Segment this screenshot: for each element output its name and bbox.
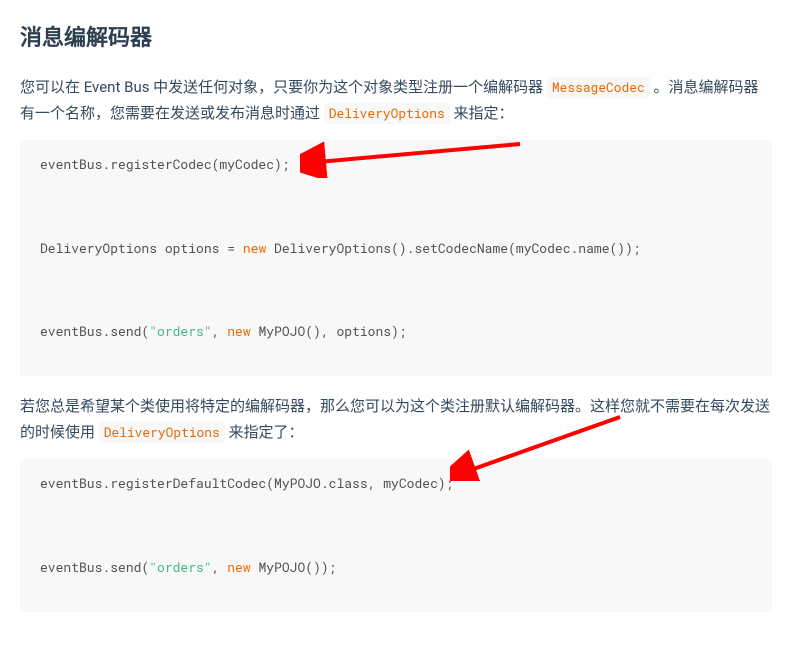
- code-text: eventBus.send(: [40, 322, 149, 340]
- code-text: eventBus.registerDefaultCodec(MyPOJO.cla…: [40, 474, 453, 492]
- paragraph-2: 若您总是希望某个类使用将特定的编解码器，那么您可以为这个类注册默认编解码器。这样…: [20, 394, 772, 445]
- code-keyword-new: new: [227, 558, 250, 576]
- blank-line: [40, 279, 752, 300]
- code-text: DeliveryOptions options =: [40, 239, 243, 257]
- code-keyword-new: new: [227, 322, 250, 340]
- text: 来指定：: [454, 104, 514, 122]
- code-text: eventBus.send(: [40, 558, 149, 576]
- inline-code-deliveryoptions: DeliveryOptions: [99, 422, 225, 443]
- section-heading: 消息编解码器: [20, 20, 772, 57]
- text: 来指定了：: [229, 423, 304, 441]
- code-text: ,: [212, 322, 228, 340]
- blank-line: [40, 515, 752, 536]
- code-string: "orders": [149, 558, 211, 576]
- code-text: MyPOJO());: [251, 558, 337, 576]
- code-keyword-new: new: [243, 239, 266, 257]
- code-text: ,: [212, 558, 228, 576]
- text: 您可以在 Event Bus 中发送任何对象，只要你为这个对象类型注册一个编解码…: [20, 78, 547, 96]
- code-text: MyPOJO(), options);: [251, 322, 407, 340]
- paragraph-1: 您可以在 Event Bus 中发送任何对象，只要你为这个对象类型注册一个编解码…: [20, 75, 772, 126]
- inline-code-deliveryoptions: DeliveryOptions: [324, 103, 450, 124]
- code-text: eventBus.registerCodec(myCodec);: [40, 155, 290, 173]
- code-block-1: eventBus.registerCodec(myCodec); Deliver…: [20, 140, 772, 376]
- inline-code-messagecodec: MessageCodec: [547, 77, 650, 98]
- code-string: "orders": [149, 322, 211, 340]
- code-block-2: eventBus.registerDefaultCodec(MyPOJO.cla…: [20, 459, 772, 612]
- code-text: DeliveryOptions().setCodecName(myCodec.n…: [266, 239, 640, 257]
- blank-line: [40, 196, 752, 217]
